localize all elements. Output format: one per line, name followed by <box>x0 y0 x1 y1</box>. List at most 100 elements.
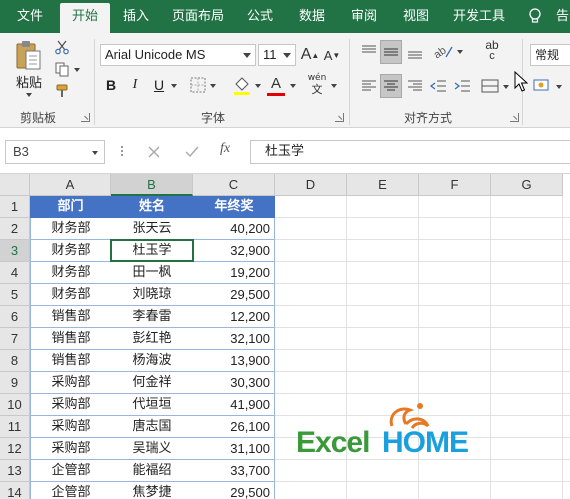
table-cell[interactable]: 采购部 <box>30 438 111 460</box>
copy-icon[interactable] <box>54 61 70 77</box>
tell-me-label[interactable]: 告 <box>556 0 569 33</box>
table-cell[interactable]: 12,200 <box>193 306 275 328</box>
table-cell[interactable]: 32,900 <box>193 240 275 262</box>
cut-icon[interactable] <box>54 39 70 55</box>
table-cell[interactable]: 企管部 <box>30 460 111 482</box>
font-color-dropdown-arrow[interactable] <box>290 84 296 88</box>
table-cell[interactable]: 40,200 <box>193 218 275 240</box>
column-header-b[interactable]: B <box>111 174 193 196</box>
clipboard-launcher[interactable] <box>81 113 90 122</box>
format-painter-icon[interactable] <box>54 83 70 99</box>
table-cell[interactable]: 32,100 <box>193 328 275 350</box>
font-name-dropdown-arrow[interactable] <box>243 53 251 58</box>
table-header-cell[interactable]: 姓名 <box>111 196 193 218</box>
row-header-9[interactable]: 9 <box>0 372 30 394</box>
paste-dropdown-arrow[interactable] <box>26 93 32 97</box>
table-cell[interactable]: 33,700 <box>193 460 275 482</box>
tab-page-layout[interactable]: 页面布局 <box>162 0 234 33</box>
increase-indent-icon[interactable] <box>453 77 473 95</box>
select-all-corner[interactable] <box>0 174 30 196</box>
fill-color-icon[interactable] <box>232 74 252 96</box>
row-header-10[interactable]: 10 <box>0 394 30 416</box>
column-header-e[interactable]: E <box>347 174 419 196</box>
lightbulb-icon[interactable] <box>528 8 542 24</box>
table-cell[interactable]: 张天云 <box>111 218 193 240</box>
font-size-dropdown-arrow[interactable] <box>283 53 291 58</box>
align-middle-icon[interactable] <box>381 43 401 61</box>
tab-file[interactable]: 文件 <box>0 0 60 33</box>
table-header-cell[interactable]: 部门 <box>30 196 111 218</box>
merge-dropdown-arrow[interactable] <box>503 85 509 89</box>
table-cell[interactable]: 杨海波 <box>111 350 193 372</box>
paste-icon[interactable] <box>14 39 44 73</box>
formula-bar-grip[interactable] <box>121 144 124 160</box>
font-launcher[interactable] <box>335 113 344 122</box>
tab-review[interactable]: 审阅 <box>340 0 388 33</box>
underline-button[interactable]: U <box>150 76 168 94</box>
bold-button[interactable]: B <box>102 76 120 94</box>
row-header-11[interactable]: 11 <box>0 416 30 438</box>
table-cell[interactable]: 企管部 <box>30 482 111 499</box>
table-cell[interactable]: 焦梦捷 <box>111 482 193 499</box>
align-left-icon[interactable] <box>359 77 379 95</box>
underline-dropdown-arrow[interactable] <box>171 84 177 88</box>
align-bottom-icon[interactable] <box>405 43 425 61</box>
table-cell[interactable]: 李春雷 <box>111 306 193 328</box>
tab-view[interactable]: 视图 <box>392 0 440 33</box>
table-cell[interactable]: 财务部 <box>30 240 111 262</box>
table-cell[interactable]: 采购部 <box>30 372 111 394</box>
table-cell[interactable]: 彭红艳 <box>111 328 193 350</box>
table-cell[interactable]: 吴瑞义 <box>111 438 193 460</box>
formula-input[interactable]: 杜玉学 <box>250 140 570 164</box>
borders-dropdown-arrow[interactable] <box>210 84 216 88</box>
accounting-dropdown-arrow[interactable] <box>556 85 562 89</box>
table-cell[interactable]: 能福绍 <box>111 460 193 482</box>
table-cell[interactable]: 26,100 <box>193 416 275 438</box>
accounting-format-icon[interactable] <box>532 77 554 95</box>
number-format-combo[interactable]: 常规 <box>530 44 570 66</box>
insert-function-button[interactable]: fx <box>220 141 230 157</box>
tab-insert[interactable]: 插入 <box>112 0 160 33</box>
orientation-dropdown-arrow[interactable] <box>457 50 463 54</box>
tab-developer[interactable]: 开发工具 <box>444 0 514 33</box>
table-cell[interactable]: 13,900 <box>193 350 275 372</box>
borders-icon[interactable] <box>189 76 207 94</box>
table-cell[interactable]: 41,900 <box>193 394 275 416</box>
align-right-icon[interactable] <box>405 77 425 95</box>
column-header-a[interactable]: A <box>30 174 111 196</box>
column-header-g[interactable]: G <box>491 174 563 196</box>
tab-home[interactable]: 开始 <box>60 3 110 33</box>
merge-center-icon[interactable] <box>480 77 500 95</box>
copy-dropdown-arrow[interactable] <box>74 68 80 72</box>
table-cell[interactable]: 代垣垣 <box>111 394 193 416</box>
table-cell[interactable]: 31,100 <box>193 438 275 460</box>
table-cell[interactable]: 销售部 <box>30 306 111 328</box>
paste-button-label[interactable]: 粘贴 <box>14 73 44 91</box>
font-color-button[interactable]: A <box>266 73 286 93</box>
table-cell[interactable]: 刘晓琼 <box>111 284 193 306</box>
table-cell[interactable]: 30,300 <box>193 372 275 394</box>
tab-data[interactable]: 数据 <box>288 0 336 33</box>
row-header-3[interactable]: 3 <box>0 240 30 262</box>
table-cell[interactable]: 财务部 <box>30 284 111 306</box>
phonetic-guide-button[interactable]: wén 文 <box>306 72 328 96</box>
font-name-combo[interactable]: Arial Unicode MS <box>100 44 256 66</box>
table-cell[interactable]: 采购部 <box>30 394 111 416</box>
table-cell[interactable]: 何金祥 <box>111 372 193 394</box>
font-size-combo[interactable]: 11 <box>258 44 296 66</box>
table-cell[interactable]: 19,200 <box>193 262 275 284</box>
enter-icon[interactable] <box>184 144 200 160</box>
table-cell[interactable]: 采购部 <box>30 416 111 438</box>
column-header-f[interactable]: F <box>419 174 491 196</box>
name-box[interactable]: B3 <box>5 140 105 164</box>
row-header-2[interactable]: 2 <box>0 218 30 240</box>
align-center-icon[interactable] <box>381 77 401 95</box>
phonetic-dropdown-arrow[interactable] <box>331 84 337 88</box>
row-header-6[interactable]: 6 <box>0 306 30 328</box>
row-header-12[interactable]: 12 <box>0 438 30 460</box>
row-header-13[interactable]: 13 <box>0 460 30 482</box>
table-cell[interactable]: 财务部 <box>30 218 111 240</box>
name-box-dropdown-arrow[interactable] <box>92 151 98 155</box>
row-header-14[interactable]: 14 <box>0 482 30 499</box>
table-header-cell[interactable]: 年终奖 <box>193 196 275 218</box>
